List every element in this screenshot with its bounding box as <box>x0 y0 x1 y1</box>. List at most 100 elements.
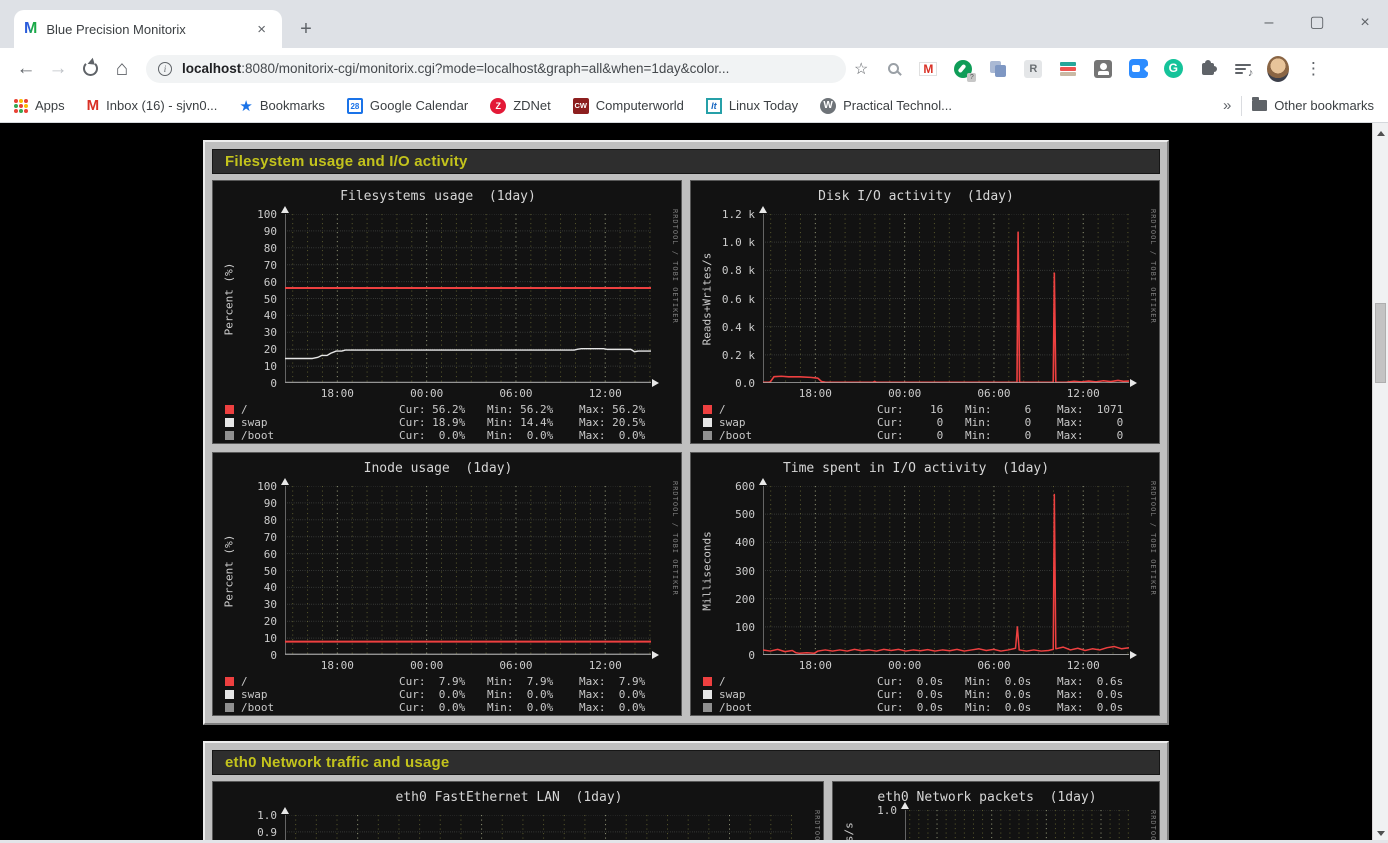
forward-button[interactable]: → <box>42 53 74 85</box>
copy-extension-icon[interactable] <box>987 58 1009 80</box>
y-tick-label: 100 <box>691 621 755 634</box>
rrdtool-watermark: RRDTOOL / TOBI OETIKER <box>1149 810 1157 843</box>
legend-row: /bootCur: 0Min: 0Max: 0 <box>703 429 1153 441</box>
axis-up-arrow-icon <box>759 206 767 213</box>
legend-value: Cur: 7.9% <box>399 675 487 688</box>
chart-eth0-packets[interactable]: eth0 Network packets (1day)Packets/s1.00… <box>832 781 1160 843</box>
bookmark-inbox[interactable]: M Inbox (16) - sjvn0... <box>87 97 218 114</box>
x-tick-label: 00:00 <box>410 659 443 672</box>
legend-value: Cur: 0 <box>877 416 965 429</box>
grammarly-extension-icon[interactable]: G <box>1162 58 1184 80</box>
bookmark-bookmarks[interactable]: ★ Bookmarks <box>239 97 324 115</box>
y-tick-label: 60 <box>213 276 277 289</box>
legend-row: /Cur: 16Min: 6Max: 1071 <box>703 403 1153 415</box>
extensions-puzzle-icon[interactable] <box>1197 58 1219 80</box>
legend-value: Min: 0.0% <box>487 429 579 442</box>
y-tick-label: 90 <box>213 497 277 510</box>
y-tick-label: 600 <box>691 480 755 493</box>
browser-menu-icon[interactable]: ⋮ <box>1302 58 1324 80</box>
chart-inode-usage[interactable]: Inode usage (1day)Percent (%)10090807060… <box>212 452 682 716</box>
contact-extension-icon[interactable] <box>1092 58 1114 80</box>
legend-row: swapCur: 18.9%Min: 14.4%Max: 20.5% <box>225 416 675 428</box>
axis-right-arrow-icon <box>652 651 659 659</box>
window-controls: – ▢ × <box>1256 8 1378 38</box>
legend-swatch-icon <box>703 405 712 414</box>
computerworld-icon: CW <box>573 98 589 114</box>
x-tick-label: 12:00 <box>1067 387 1100 400</box>
chart-eth0-lan[interactable]: eth0 FastEthernet LAN (1day)1.00.90.80.7… <box>212 781 824 843</box>
gmail-extension-icon[interactable]: M <box>917 58 939 80</box>
home-button[interactable]: ⌂ <box>106 53 138 85</box>
scrollbar-thumb[interactable] <box>1375 303 1386 383</box>
close-button[interactable]: × <box>1352 8 1378 38</box>
bookmark-zdnet[interactable]: Z ZDNet <box>490 98 551 114</box>
y-tick-label: 20 <box>213 343 277 356</box>
legend-value: Cur: 0.0% <box>399 701 487 714</box>
legend-name: /boot <box>241 429 399 442</box>
playlist-extension-icon[interactable]: ♪ <box>1232 58 1254 80</box>
new-tab-button[interactable]: + <box>292 16 320 44</box>
linux-today-icon: lt <box>706 98 722 114</box>
back-button[interactable]: ← <box>10 53 42 85</box>
reload-button[interactable] <box>74 53 106 85</box>
voice-extension-icon[interactable]: ? <box>952 58 974 80</box>
legend-name: /boot <box>241 701 399 714</box>
legend-name: /boot <box>719 701 877 714</box>
books-extension-icon[interactable] <box>1057 58 1079 80</box>
bookmark-practical-technology[interactable]: W Practical Technol... <box>820 98 952 114</box>
axis-up-arrow-icon <box>281 807 289 814</box>
legend-value: Max: 0.0% <box>579 429 675 442</box>
rrdtool-watermark: RRDTOOL / TOBI OETIKER <box>671 481 679 596</box>
rrdtool-watermark: RRDTOOL / TOBI OETIKER <box>1149 481 1157 596</box>
reader-extension-icon[interactable]: R <box>1022 58 1044 80</box>
url-text: localhost:8080/monitorix-cgi/monitorix.c… <box>182 61 729 76</box>
minimize-button[interactable]: – <box>1256 8 1282 38</box>
chart-filesystems-usage[interactable]: Filesystems usage (1day)Percent (%)10090… <box>212 180 682 444</box>
bookmark-computerworld[interactable]: CW Computerworld <box>573 98 684 114</box>
y-tick-label: 0.9 <box>213 826 277 839</box>
legend-row: /Cur: 56.2%Min: 56.2%Max: 56.2% <box>225 403 675 415</box>
legend-swatch-icon <box>225 418 234 427</box>
legend-swatch-icon <box>225 677 234 686</box>
chart-disk-io-activity[interactable]: Disk I/O activity (1day)Reads+Writes/s1.… <box>690 180 1160 444</box>
legend-row: /bootCur: 0.0sMin: 0.0sMax: 0.0s <box>703 701 1153 713</box>
site-info-icon[interactable]: i <box>158 62 172 76</box>
active-tab[interactable]: M Blue Precision Monitorix × <box>14 10 282 48</box>
chart-plot <box>285 214 651 383</box>
browser-window: M Blue Precision Monitorix × + – ▢ × ← →… <box>0 0 1388 843</box>
bookmark-apps[interactable]: Apps <box>14 98 65 113</box>
legend-value: Max: 0.0% <box>579 688 675 701</box>
scrollbar-track[interactable] <box>1372 123 1388 843</box>
scrollbar-up-icon[interactable] <box>1373 125 1388 141</box>
bookmarks-bar: Apps M Inbox (16) - sjvn0... ★ Bookmarks… <box>0 89 1388 123</box>
legend-value: Min: 0.0% <box>487 701 579 714</box>
bookmarks-overflow-chevron-icon[interactable]: » <box>1223 97 1231 114</box>
x-tick-label: 00:00 <box>888 387 921 400</box>
chart-plot <box>763 214 1129 383</box>
y-tick-label: 100 <box>213 208 277 221</box>
legend-value: Cur: 16 <box>877 403 965 416</box>
x-tick-label: 06:00 <box>499 659 532 672</box>
x-tick-label: 12:00 <box>589 387 622 400</box>
bookmark-linux-today[interactable]: lt Linux Today <box>706 98 798 114</box>
legend-value: Cur: 56.2% <box>399 403 487 416</box>
y-tick-label: 70 <box>213 259 277 272</box>
monitorix-favicon-icon: M <box>24 21 37 37</box>
zoom-extension-icon[interactable] <box>1127 58 1149 80</box>
bookmark-star-icon[interactable]: ☆ <box>854 59 868 79</box>
scrollbar-down-icon[interactable] <box>1373 825 1388 841</box>
y-tick-label: 60 <box>213 548 277 561</box>
chart-title: Inode usage (1day) <box>213 461 663 476</box>
legend-value: Max: 0.0s <box>1057 701 1153 714</box>
tab-close-icon[interactable]: × <box>251 19 272 40</box>
gmail-icon: M <box>87 97 100 114</box>
chart-time-in-io[interactable]: Time spent in I/O activity (1day)Millise… <box>690 452 1160 716</box>
address-bar[interactable]: i localhost:8080/monitorix-cgi/monitorix… <box>146 55 846 83</box>
bookmark-google-calendar[interactable]: 28 Google Calendar <box>347 98 468 114</box>
extension-row: M ? R G ♪ ⋮ <box>882 58 1324 80</box>
search-extension-icon[interactable] <box>882 58 904 80</box>
other-bookmarks-button[interactable]: Other bookmarks <box>1252 98 1374 113</box>
profile-avatar[interactable] <box>1267 58 1289 80</box>
maximize-button[interactable]: ▢ <box>1304 8 1330 38</box>
chart-title: eth0 FastEthernet LAN (1day) <box>213 790 805 805</box>
